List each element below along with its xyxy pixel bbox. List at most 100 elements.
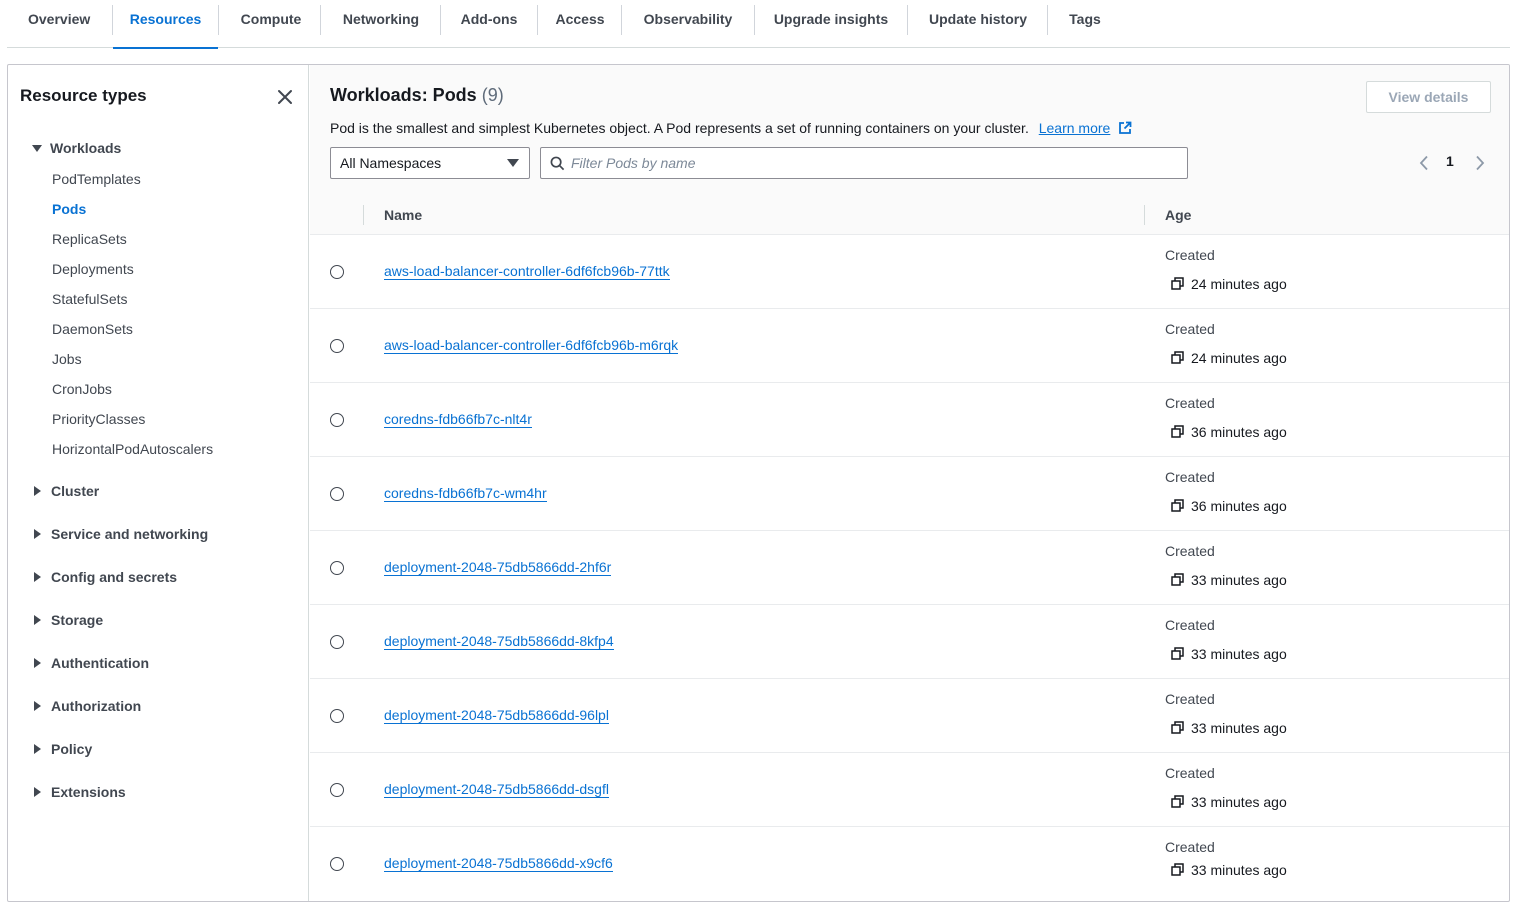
namespace-select[interactable]: All Namespaces bbox=[330, 147, 530, 179]
view-details-button[interactable]: View details bbox=[1366, 81, 1491, 113]
copy-icon[interactable] bbox=[1171, 863, 1184, 876]
row-radio[interactable] bbox=[330, 709, 344, 723]
caret-right-icon bbox=[34, 615, 41, 626]
pod-name-link[interactable]: deployment-2048-75db5866dd-x9cf6 bbox=[384, 855, 613, 872]
copy-icon[interactable] bbox=[1171, 573, 1184, 586]
tab-update-history[interactable]: Update history bbox=[920, 0, 1036, 48]
filter-pods-input[interactable] bbox=[571, 148, 1171, 178]
sidebar-group-cluster[interactable]: Cluster bbox=[32, 481, 99, 501]
sidebar-group-extensions[interactable]: Extensions bbox=[32, 782, 126, 802]
row-radio[interactable] bbox=[330, 265, 344, 279]
pods-content: Workloads: Pods (9) View details Pod is … bbox=[310, 65, 1509, 901]
sidebar-item-priorityclasses[interactable]: PriorityClasses bbox=[52, 409, 145, 429]
page-number[interactable]: 1 bbox=[1446, 153, 1454, 169]
sidebar-title: Resource types bbox=[20, 86, 147, 105]
tab-tags[interactable]: Tags bbox=[1060, 0, 1110, 48]
sidebar-group-label: Workloads bbox=[50, 140, 122, 156]
sidebar-item-cronjobs[interactable]: CronJobs bbox=[52, 379, 112, 399]
tab-compute[interactable]: Compute bbox=[231, 0, 311, 48]
tab-bar: Overview Resources Compute Networking Ad… bbox=[7, 0, 1510, 49]
tab-resources[interactable]: Resources bbox=[113, 0, 218, 49]
age-text: 33 minutes ago bbox=[1191, 794, 1287, 810]
tab-upgrade-insights[interactable]: Upgrade insights bbox=[767, 0, 895, 48]
sidebar-group-policy[interactable]: Policy bbox=[32, 739, 92, 759]
learn-more-link[interactable]: Learn more bbox=[1039, 120, 1111, 136]
search-icon bbox=[550, 156, 565, 171]
created-label: Created bbox=[1165, 765, 1215, 781]
description: Pod is the smallest and simplest Kuberne… bbox=[330, 120, 1132, 136]
copy-icon[interactable] bbox=[1171, 499, 1184, 512]
sidebar-item-replicasets[interactable]: ReplicaSets bbox=[52, 229, 127, 249]
copy-icon[interactable] bbox=[1171, 721, 1184, 734]
sidebar-item-deployments[interactable]: Deployments bbox=[52, 259, 134, 279]
copy-icon[interactable] bbox=[1171, 647, 1184, 660]
created-label: Created bbox=[1165, 321, 1215, 337]
caret-right-icon bbox=[34, 787, 41, 798]
filter-pods-field[interactable] bbox=[540, 147, 1188, 179]
age-text: 24 minutes ago bbox=[1191, 350, 1287, 366]
copy-icon[interactable] bbox=[1171, 351, 1184, 364]
row-radio[interactable] bbox=[330, 339, 344, 353]
row-radio[interactable] bbox=[330, 783, 344, 797]
table-row: aws-load-balancer-controller-6df6fcb96b-… bbox=[310, 235, 1509, 309]
sidebar-item-horizontalpodautoscalers[interactable]: HorizontalPodAutoscalers bbox=[52, 439, 213, 459]
pod-name-link[interactable]: deployment-2048-75db5866dd-2hf6r bbox=[384, 559, 612, 576]
age-value: 33 minutes ago bbox=[1171, 862, 1287, 878]
caret-right-icon bbox=[34, 572, 41, 583]
created-label: Created bbox=[1165, 543, 1215, 559]
sidebar-group-workloads[interactable]: Workloads bbox=[32, 138, 121, 158]
created-label: Created bbox=[1165, 691, 1215, 707]
caret-right-icon bbox=[34, 486, 41, 497]
row-radio[interactable] bbox=[330, 857, 344, 871]
external-link-icon[interactable] bbox=[1118, 121, 1132, 135]
tab-divider bbox=[754, 5, 755, 35]
sidebar-group-label: Policy bbox=[51, 741, 93, 757]
chevron-left-icon[interactable] bbox=[1418, 155, 1430, 171]
pod-name-link[interactable]: deployment-2048-75db5866dd-8kfp4 bbox=[384, 633, 614, 650]
sidebar-item-jobs[interactable]: Jobs bbox=[52, 349, 82, 369]
sidebar-group-config-and-secrets[interactable]: Config and secrets bbox=[32, 567, 177, 587]
age-text: 36 minutes ago bbox=[1191, 498, 1287, 514]
column-header-name[interactable]: Name bbox=[384, 195, 422, 235]
copy-icon[interactable] bbox=[1171, 425, 1184, 438]
age-text: 33 minutes ago bbox=[1191, 862, 1287, 878]
tab-add-ons[interactable]: Add-ons bbox=[453, 0, 525, 48]
column-divider bbox=[1144, 205, 1145, 225]
tab-access[interactable]: Access bbox=[550, 0, 610, 48]
pod-name-link[interactable]: aws-load-balancer-controller-6df6fcb96b-… bbox=[384, 337, 679, 354]
row-radio[interactable] bbox=[330, 635, 344, 649]
sidebar-group-authentication[interactable]: Authentication bbox=[32, 653, 149, 673]
tab-networking[interactable]: Networking bbox=[333, 0, 429, 48]
pod-name-link[interactable]: deployment-2048-75db5866dd-dsgfl bbox=[384, 781, 609, 798]
tab-divider bbox=[537, 5, 538, 35]
copy-icon[interactable] bbox=[1171, 277, 1184, 290]
chevron-right-icon[interactable] bbox=[1474, 155, 1486, 171]
age-text: 33 minutes ago bbox=[1191, 646, 1287, 662]
age-text: 24 minutes ago bbox=[1191, 276, 1287, 292]
sidebar-item-statefulsets[interactable]: StatefulSets bbox=[52, 289, 128, 309]
sidebar-item-daemonsets[interactable]: DaemonSets bbox=[52, 319, 133, 339]
sidebar-item-pods[interactable]: Pods bbox=[52, 199, 86, 219]
copy-icon[interactable] bbox=[1171, 795, 1184, 808]
close-icon[interactable] bbox=[276, 88, 294, 106]
sidebar-group-authorization[interactable]: Authorization bbox=[32, 696, 141, 716]
tab-overview[interactable]: Overview bbox=[28, 0, 90, 48]
sidebar-group-service-and-networking[interactable]: Service and networking bbox=[32, 524, 208, 544]
sidebar-group-storage[interactable]: Storage bbox=[32, 610, 103, 630]
created-label: Created bbox=[1165, 247, 1215, 263]
row-radio[interactable] bbox=[330, 413, 344, 427]
row-radio[interactable] bbox=[330, 561, 344, 575]
pod-name-link[interactable]: deployment-2048-75db5866dd-96lpl bbox=[384, 707, 609, 724]
row-radio[interactable] bbox=[330, 487, 344, 501]
column-header-age[interactable]: Age bbox=[1165, 195, 1191, 235]
table-row: deployment-2048-75db5866dd-96lpl Created… bbox=[310, 679, 1509, 753]
pod-name-link[interactable]: coredns-fdb66fb7c-nlt4r bbox=[384, 411, 532, 428]
pod-name-link[interactable]: coredns-fdb66fb7c-wm4hr bbox=[384, 485, 547, 502]
table-row: deployment-2048-75db5866dd-x9cf6 Created… bbox=[310, 827, 1509, 901]
age-value: 33 minutes ago bbox=[1171, 794, 1287, 810]
title-text: Workloads: Pods bbox=[330, 85, 477, 105]
sidebar-item-podtemplates[interactable]: PodTemplates bbox=[52, 169, 141, 189]
sidebar-group-label: Storage bbox=[51, 612, 104, 628]
tab-observability[interactable]: Observability bbox=[634, 0, 742, 48]
pod-name-link[interactable]: aws-load-balancer-controller-6df6fcb96b-… bbox=[384, 263, 670, 280]
